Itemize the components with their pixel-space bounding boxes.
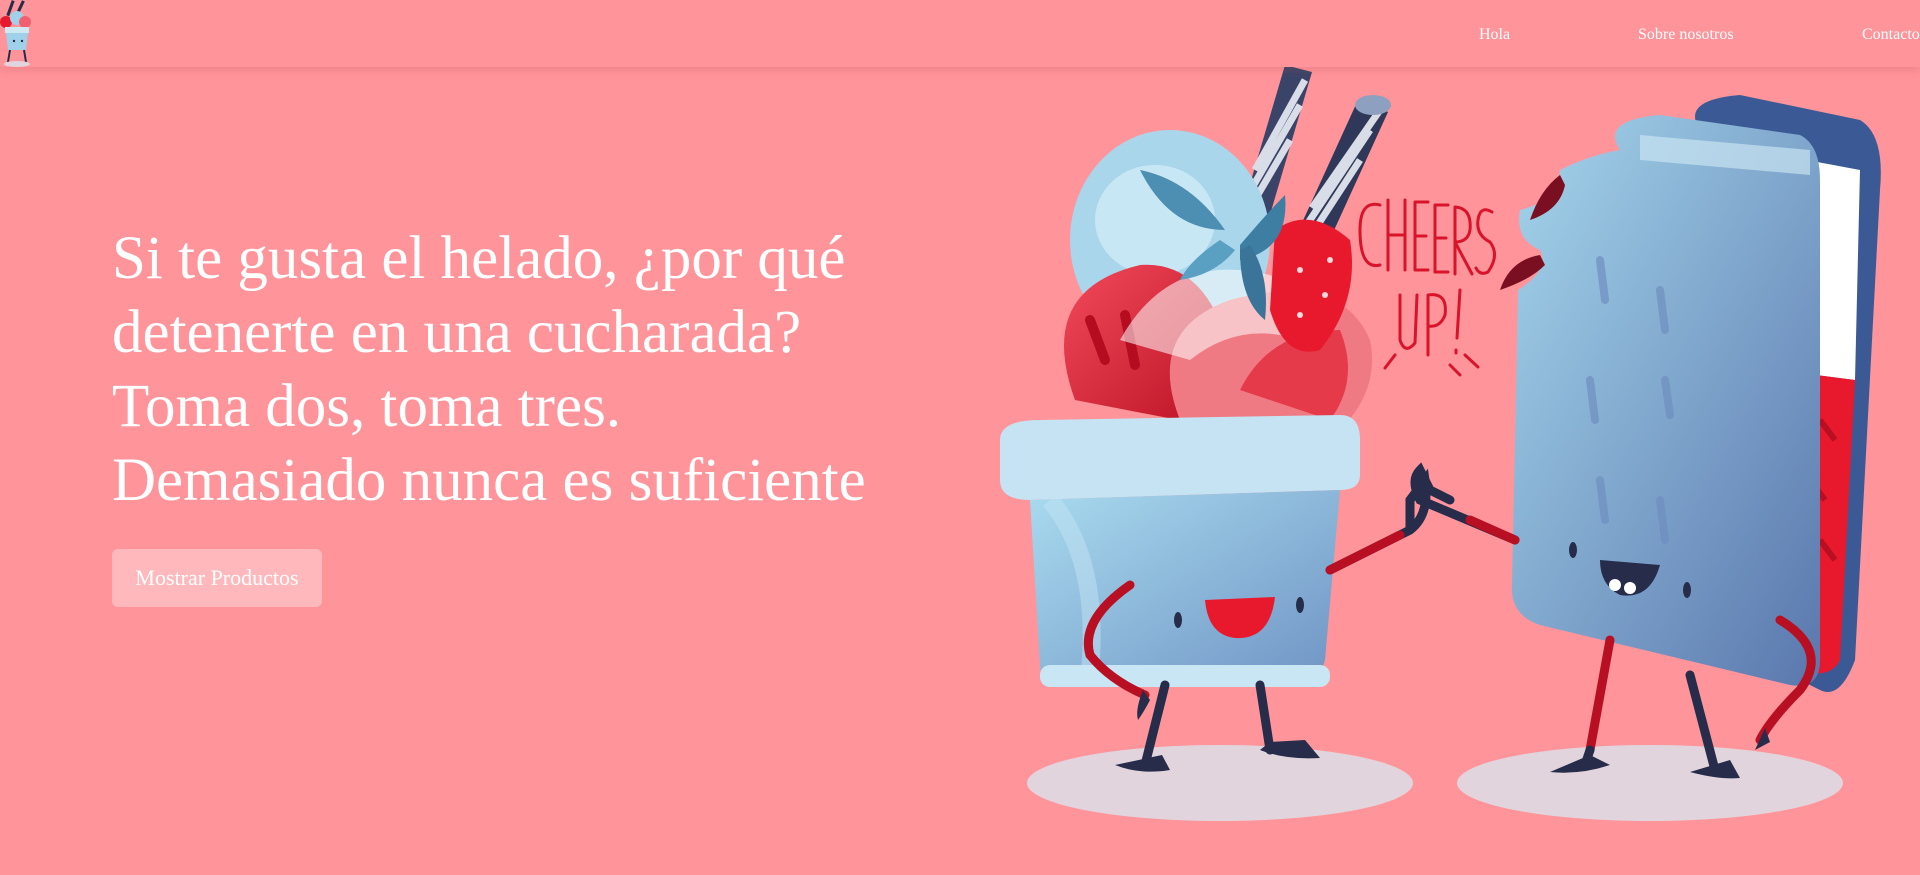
logo-icon[interactable]	[0, 0, 40, 70]
hero-line-3: Toma dos, toma tres.	[112, 373, 622, 440]
nav-link-contacto[interactable]: Contacto	[1862, 26, 1920, 44]
cup-shadow	[1027, 745, 1413, 821]
show-products-button[interactable]: Mostrar Productos	[112, 549, 322, 607]
nav-link-hola[interactable]: Hola	[1479, 26, 1510, 44]
site-header: Hola Sobre nosotros Contacto	[0, 0, 1920, 67]
hero-line-1: Si te gusta el helado, ¿por qué	[112, 225, 846, 292]
ice-cream-bar-character	[1410, 95, 1881, 779]
cheers-up-lettering	[1358, 198, 1496, 377]
hero-heading: Si te gusta el helado, ¿por qué detenert…	[112, 222, 866, 518]
nav-link-sobre-nosotros[interactable]: Sobre nosotros	[1638, 26, 1734, 44]
hero-line-4: Demasiado nunca es suficiente	[112, 447, 866, 514]
bar-shadow	[1457, 745, 1843, 821]
ice-cream-cup-character	[1000, 65, 1431, 772]
hero-line-2: detenerte en una cucharada?	[112, 299, 802, 366]
ice-cream-characters-illustration	[1000, 65, 1881, 821]
